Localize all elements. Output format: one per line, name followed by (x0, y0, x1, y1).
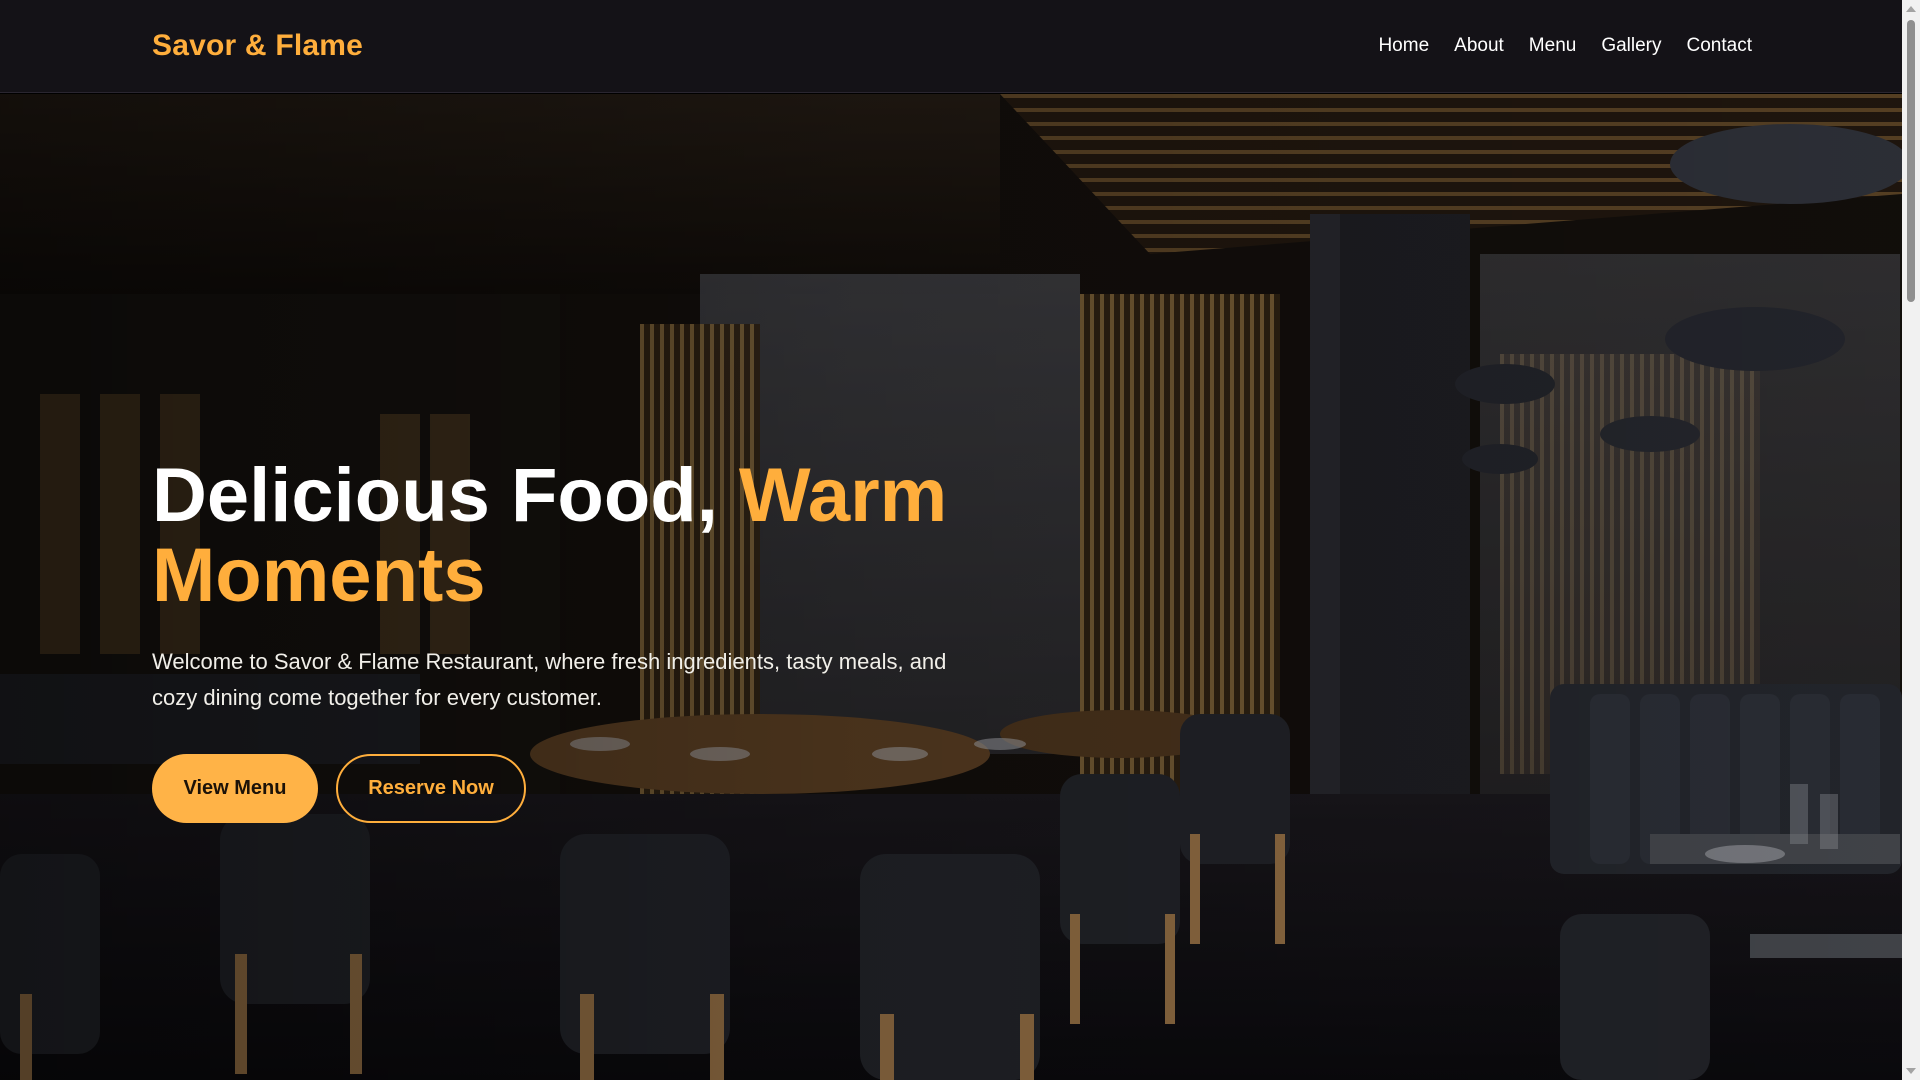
scroll-down-icon[interactable] (1906, 1068, 1916, 1074)
scroll-up-icon[interactable] (1906, 6, 1916, 12)
hero-buttons: View Menu Reserve Now (152, 754, 1052, 823)
view-menu-button[interactable]: View Menu (152, 754, 318, 823)
nav-link-gallery[interactable]: Gallery (1601, 35, 1661, 57)
nav-link-menu[interactable]: Menu (1529, 35, 1577, 57)
nav-link-contact[interactable]: Contact (1687, 35, 1752, 57)
hero-description: Welcome to Savor & Flame Restaurant, whe… (152, 649, 947, 710)
navbar: Savor & Flame Home About Menu Gallery Co… (0, 0, 1902, 93)
brand-logo[interactable]: Savor & Flame (152, 29, 363, 63)
hero-content: Delicious Food, Warm Moments Welcome to … (152, 456, 1052, 823)
nav-link-about[interactable]: About (1454, 35, 1504, 57)
scroll-thumb[interactable] (1907, 20, 1915, 302)
nav-link-home[interactable]: Home (1378, 35, 1429, 57)
hero-title-main: Delicious Food, (152, 453, 739, 538)
hero-section: Delicious Food, Warm Moments Welcome to … (0, 94, 1902, 1080)
hero-title: Delicious Food, Warm Moments (152, 456, 1052, 616)
reserve-now-button[interactable]: Reserve Now (336, 754, 526, 823)
vertical-scrollbar[interactable] (1902, 0, 1920, 1080)
nav-links: Home About Menu Gallery Contact (1378, 35, 1752, 57)
